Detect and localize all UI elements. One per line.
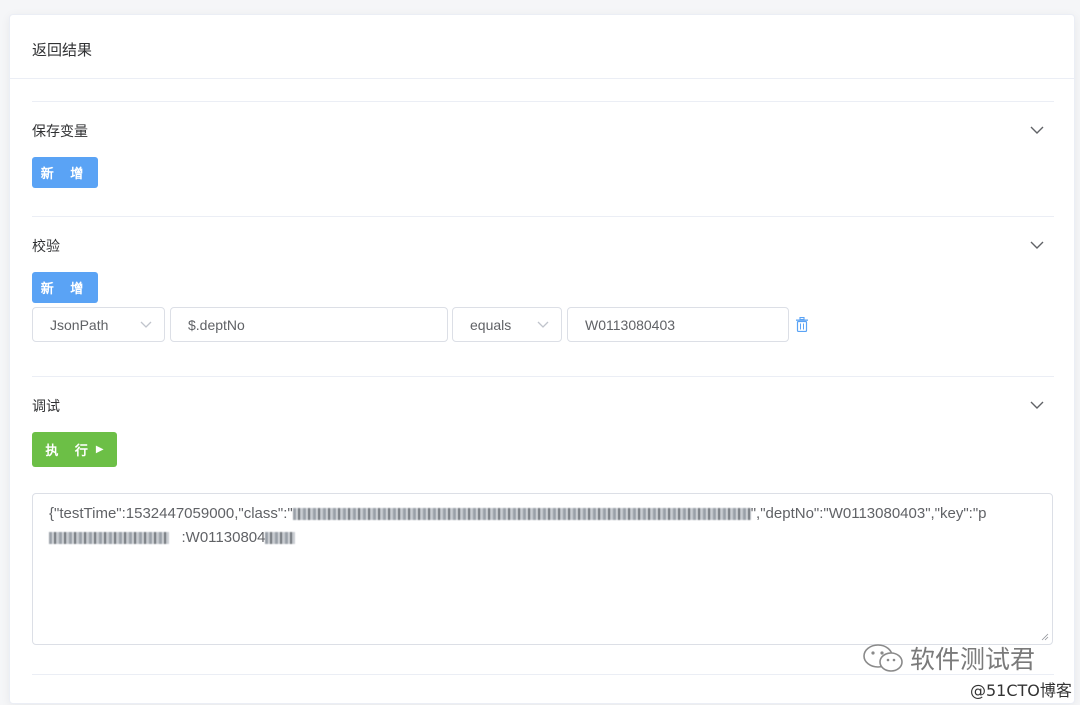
section-title-save-vars: 保存变量 [32,124,88,140]
output-text-end: :W01130804 [181,529,266,546]
output-text-start: {"testTime":1532447059000,"class":" [49,505,293,522]
resize-handle-icon[interactable] [1041,633,1049,641]
validation-type-value: JsonPath [50,316,109,333]
run-button-label: 执 行 [45,444,94,459]
expression-input[interactable]: $.deptNo [170,307,448,342]
chevron-down-icon[interactable] [1030,240,1044,250]
divider [32,216,1054,217]
section-title-debug: 调试 [32,399,60,415]
output-text-middle: ","deptNo":"W0113080403","key":"p [750,505,987,522]
play-icon: ▶ [95,444,104,455]
response-output-textarea[interactable]: {"testTime":1532447059000,"class":" ","de… [32,493,1053,645]
trash-icon[interactable] [795,317,809,332]
divider [32,101,1054,102]
watermark-site: @51CTO博客 [970,681,1072,700]
comparator-value: equals [470,316,512,333]
expected-value-input[interactable]: W0113080403 [567,307,789,342]
chevron-down-icon[interactable] [1030,125,1044,135]
chevron-down-icon[interactable] [1030,400,1044,410]
redacted-text [49,532,169,545]
validation-type-select[interactable]: JsonPath [32,307,165,342]
comparator-select[interactable]: equals [452,307,562,342]
redacted-text [265,532,296,545]
section-title-validate: 校验 [32,239,60,255]
chevron-down-icon [537,321,549,328]
divider [32,376,1054,377]
redacted-text [292,508,751,521]
result-card: 返回结果 保存变量 新 增 校验 新 增 JsonPath $.deptNo e… [9,14,1075,704]
chevron-down-icon [140,321,152,328]
run-button[interactable]: 执 行 ▶ [32,432,117,467]
add-variable-button[interactable]: 新 增 [32,157,98,188]
card-title: 返回结果 [10,15,1074,79]
wechat-icon [863,644,903,672]
add-validation-button[interactable]: 新 增 [32,272,98,303]
watermark-brand: 软件测试君 [910,645,1036,674]
watermark: 软件测试君 [862,640,1035,676]
